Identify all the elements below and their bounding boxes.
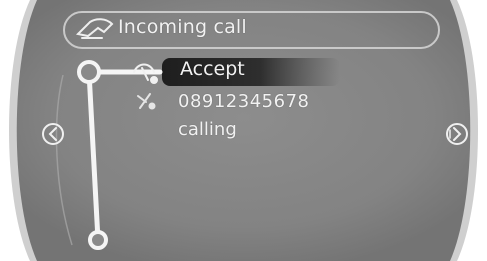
screen-area [16,0,471,261]
call-screen: Incoming call Accept 08912345678 calling [0,0,487,261]
slider-bottom-knob[interactable] [88,230,108,250]
caller-number: 08912345678 [178,91,310,112]
call-status: calling [178,119,237,140]
page-title: Incoming call [118,16,247,38]
display-background [0,0,487,261]
slider-top-knob[interactable] [77,60,101,84]
accept-menu-item[interactable]: Accept [180,58,245,80]
